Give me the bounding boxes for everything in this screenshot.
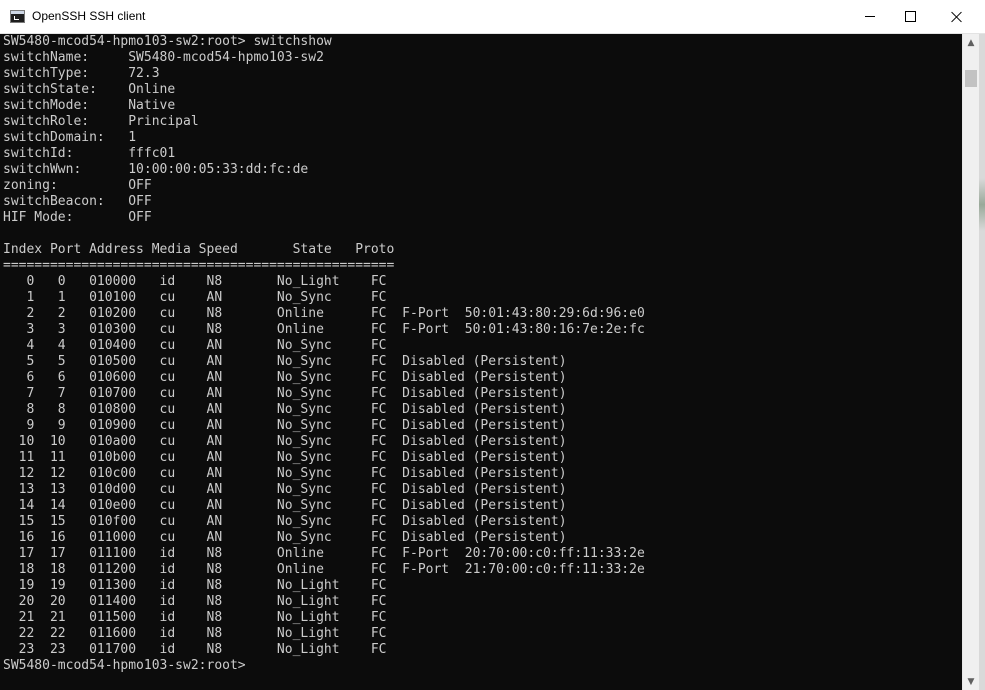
terminal-line: switchName: SW5480-mcod54-hpmo103-sw2 [3,50,324,65]
window-title: OpenSSH SSH client [32,9,146,23]
terminal-line: switchType: 72.3 [3,66,160,81]
terminal-line: 4 4 010400 cu AN No_Sync FC [3,338,387,353]
close-icon [951,11,963,23]
ssh-client-window: OpenSSH SSH client SW5480-mcod54-hpmo103… [0,0,985,690]
terminal-line: 1 1 010100 cu AN No_Sync FC [3,290,387,305]
terminal-line: 16 16 011000 cu AN No_Sync FC Disabled (… [3,530,567,545]
terminal-line: ========================================… [3,258,395,273]
background-window-edge [979,34,985,690]
terminal-line: switchRole: Principal [3,114,199,129]
terminal-line: 6 6 010600 cu AN No_Sync FC Disabled (Pe… [3,370,567,385]
terminal-line: 5 5 010500 cu AN No_Sync FC Disabled (Pe… [3,354,567,369]
terminal-line: 21 21 011500 id N8 No_Light FC [3,610,387,625]
terminal-line: HIF Mode: OFF [3,210,152,225]
terminal-line: Index Port Address Media Speed State Pro… [3,242,395,257]
terminal-output: SW5480-mcod54-hpmo103-sw2:root> switchsh… [3,34,645,674]
scrollbar-thumb[interactable] [965,70,977,87]
terminal-line: 13 13 010d00 cu AN No_Sync FC Disabled (… [3,482,567,497]
terminal-line: 15 15 010f00 cu AN No_Sync FC Disabled (… [3,514,567,529]
terminal-line: 19 19 011300 id N8 No_Light FC [3,578,387,593]
terminal-line: zoning: OFF [3,178,152,193]
terminal-line: switchBeacon: OFF [3,194,152,209]
terminal-line: SW5480-mcod54-hpmo103-sw2:root> switchsh… [3,34,332,49]
console-icon[interactable] [10,10,25,23]
terminal-line: 7 7 010700 cu AN No_Sync FC Disabled (Pe… [3,386,567,401]
terminal-line: 22 22 011600 id N8 No_Light FC [3,626,387,641]
terminal-line: SW5480-mcod54-hpmo103-sw2:root> [3,658,246,673]
terminal-line: 17 17 011100 id N8 Online FC F-Port 20:7… [3,546,645,561]
terminal-line: switchState: Online [3,82,176,97]
terminal-console[interactable]: SW5480-mcod54-hpmo103-sw2:root> switchsh… [0,34,962,690]
terminal-line: switchId: fffc01 [3,146,176,161]
terminal-line: 0 0 010000 id N8 No_Light FC [3,274,387,289]
terminal-line: 14 14 010e00 cu AN No_Sync FC Disabled (… [3,498,567,513]
terminal-line: 9 9 010900 cu AN No_Sync FC Disabled (Pe… [3,418,567,433]
terminal-line: 10 10 010a00 cu AN No_Sync FC Disabled (… [3,434,567,449]
terminal-line: switchWwn: 10:00:00:05:33:dd:fc:de [3,162,309,177]
terminal-line: 3 3 010300 cu N8 Online FC F-Port 50:01:… [3,322,645,337]
terminal-line: 8 8 010800 cu AN No_Sync FC Disabled (Pe… [3,402,567,417]
maximize-button[interactable] [887,0,933,33]
maximize-icon [904,11,916,22]
terminal-line: 18 18 011200 id N8 Online FC F-Port 21:7… [3,562,645,577]
vertical-scrollbar[interactable]: ▲ ▼ [962,34,979,690]
title-bar[interactable]: OpenSSH SSH client [0,0,985,34]
minimize-icon [865,16,875,17]
terminal-line: 12 12 010c00 cu AN No_Sync FC Disabled (… [3,466,567,481]
terminal-line: 11 11 010b00 cu AN No_Sync FC Disabled (… [3,450,567,465]
scroll-up-arrow-icon[interactable]: ▲ [963,34,979,51]
terminal-line: switchDomain: 1 [3,130,137,145]
terminal-line: 20 20 011400 id N8 No_Light FC [3,594,387,609]
scroll-down-arrow-icon[interactable]: ▼ [963,673,979,690]
close-button[interactable] [934,0,980,33]
terminal-line: 23 23 011700 id N8 No_Light FC [3,642,387,657]
terminal-line: 2 2 010200 cu N8 Online FC F-Port 50:01:… [3,306,645,321]
terminal-line: switchMode: Native [3,98,176,113]
